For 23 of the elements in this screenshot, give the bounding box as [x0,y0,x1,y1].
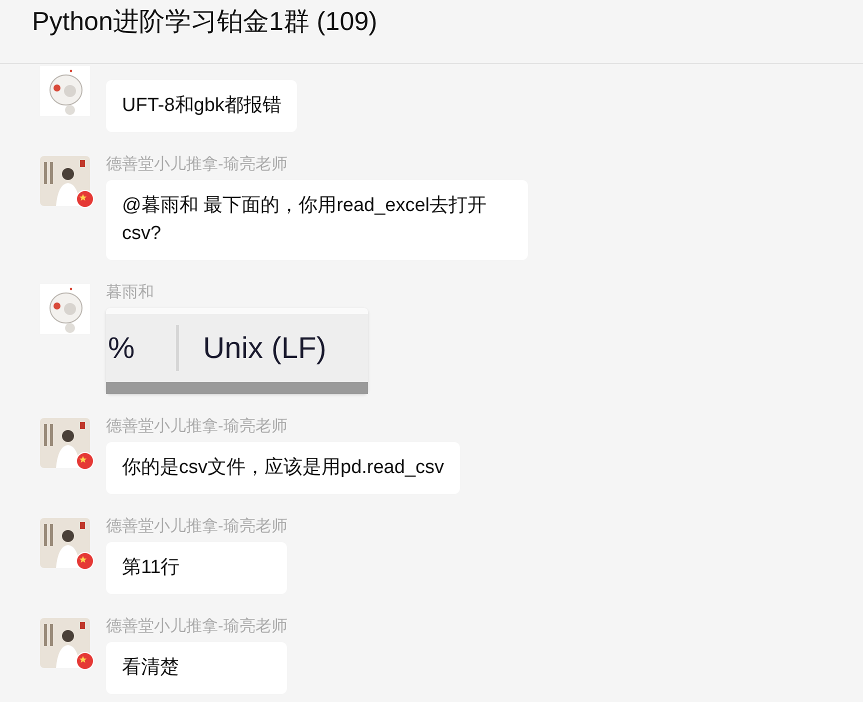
sender-name: 暮雨和 [106,284,155,302]
flag-badge-icon [76,190,94,208]
avatar-figure [40,156,90,206]
sender-name: 德善堂小儿推拿-瑜亮老师 [106,518,288,536]
message-bubble: 你的是csv文件，应该是用pd.read_csv [106,442,460,494]
line-ending-text: Unix (LF) [202,330,326,366]
window-title: Python进阶学习铂金1群 (109) [32,5,378,38]
avatar-sticker [40,66,90,116]
flag-badge-icon [76,452,94,470]
avatar-figure [40,418,90,468]
sender-name: 德善堂小儿推拿-瑜亮老师 [106,618,288,636]
sender-name: 德善堂小儿推拿-瑜亮老师 [106,418,288,436]
avatar-figure [40,618,90,668]
avatar-figure [40,518,90,568]
message-bubble: 看清楚 [106,642,288,694]
avatar-sticker [40,284,90,334]
flag-badge-icon [76,652,94,670]
flag-badge-icon [76,552,94,570]
message-bubble: @暮雨和 最下面的，你用read_excel去打开csv? [106,180,528,260]
sender-name: 德善堂小儿推拿-瑜亮老师 [106,156,288,174]
message-bubble: 第11行 [106,542,288,594]
percent-text: % [107,330,136,366]
message-bubble: UFT-8和gbk都报错 [106,80,298,132]
